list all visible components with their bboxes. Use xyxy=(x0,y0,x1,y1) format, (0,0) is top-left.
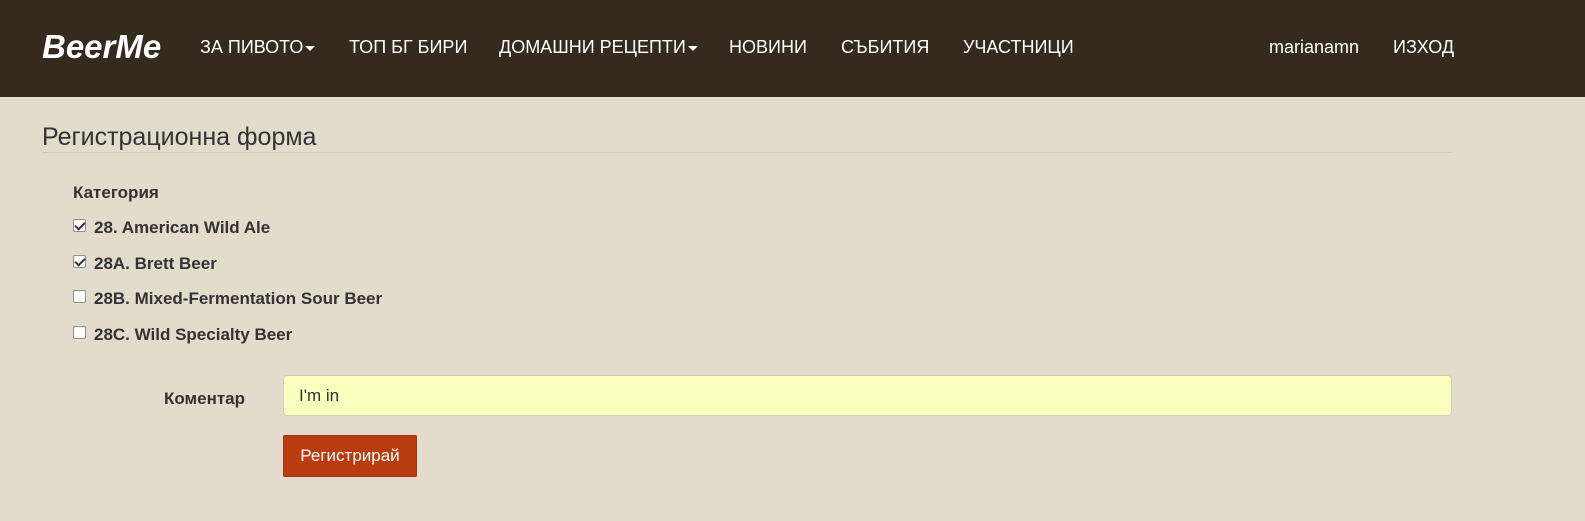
category-checkbox[interactable] xyxy=(73,219,86,232)
nav-item-label: ТОП БГ БИРИ xyxy=(349,37,468,57)
user-profile-link[interactable]: marianamn xyxy=(1269,37,1359,57)
category-option-label[interactable]: 28C. Wild Specialty Beer xyxy=(94,325,292,345)
category-option-label[interactable]: 28. American Wild Ale xyxy=(94,218,270,238)
category-option-label[interactable]: 28A. Brett Beer xyxy=(94,254,217,274)
nav-item-label: ЗА ПИВОТО xyxy=(200,37,304,57)
nav-item-label: СЪБИТИЯ xyxy=(841,37,930,57)
category-checkbox[interactable] xyxy=(73,326,86,339)
category-option[interactable]: 28. American Wild Ale xyxy=(73,218,270,238)
navbar: BeerMe ЗА ПИВОТО ТОП БГ БИРИ ДОМАШНИ РЕЦ… xyxy=(0,0,1585,97)
brand-logo[interactable]: BeerMe xyxy=(42,28,161,66)
comment-input[interactable] xyxy=(283,375,1452,416)
nav-item-label: ДОМАШНИ РЕЦЕПТИ xyxy=(499,37,686,57)
category-label: Категория xyxy=(73,183,159,202)
nav-item-about-beer[interactable]: ЗА ПИВОТО xyxy=(200,37,316,57)
logout-link[interactable]: ИЗХОД xyxy=(1393,37,1454,57)
divider xyxy=(42,152,1452,153)
category-option[interactable]: 28A. Brett Beer xyxy=(73,254,217,274)
nav-item-news[interactable]: НОВИНИ xyxy=(729,37,807,57)
nav-item-label: НОВИНИ xyxy=(729,37,807,57)
caret-down-icon xyxy=(305,45,316,51)
nav-item-label: УЧАСТНИЦИ xyxy=(963,37,1074,57)
caret-down-icon xyxy=(687,45,698,51)
page-title: Регистрационна форма xyxy=(42,123,317,151)
register-button[interactable]: Регистрирай xyxy=(283,435,417,477)
category-option[interactable]: 28C. Wild Specialty Beer xyxy=(73,325,292,345)
nav-item-events[interactable]: СЪБИТИЯ xyxy=(841,37,929,57)
nav-item-home-recipes[interactable]: ДОМАШНИ РЕЦЕПТИ xyxy=(499,37,698,57)
category-checkbox[interactable] xyxy=(73,255,86,268)
nav-item-participants[interactable]: УЧАСТНИЦИ xyxy=(963,37,1074,57)
nav-item-top-bg-beers[interactable]: ТОП БГ БИРИ xyxy=(349,37,467,57)
comment-label: Коментар xyxy=(164,389,245,408)
category-checkbox[interactable] xyxy=(73,290,86,303)
category-option-label[interactable]: 28B. Mixed-Fermentation Sour Beer xyxy=(94,289,382,309)
category-option[interactable]: 28B. Mixed-Fermentation Sour Beer xyxy=(73,289,382,309)
